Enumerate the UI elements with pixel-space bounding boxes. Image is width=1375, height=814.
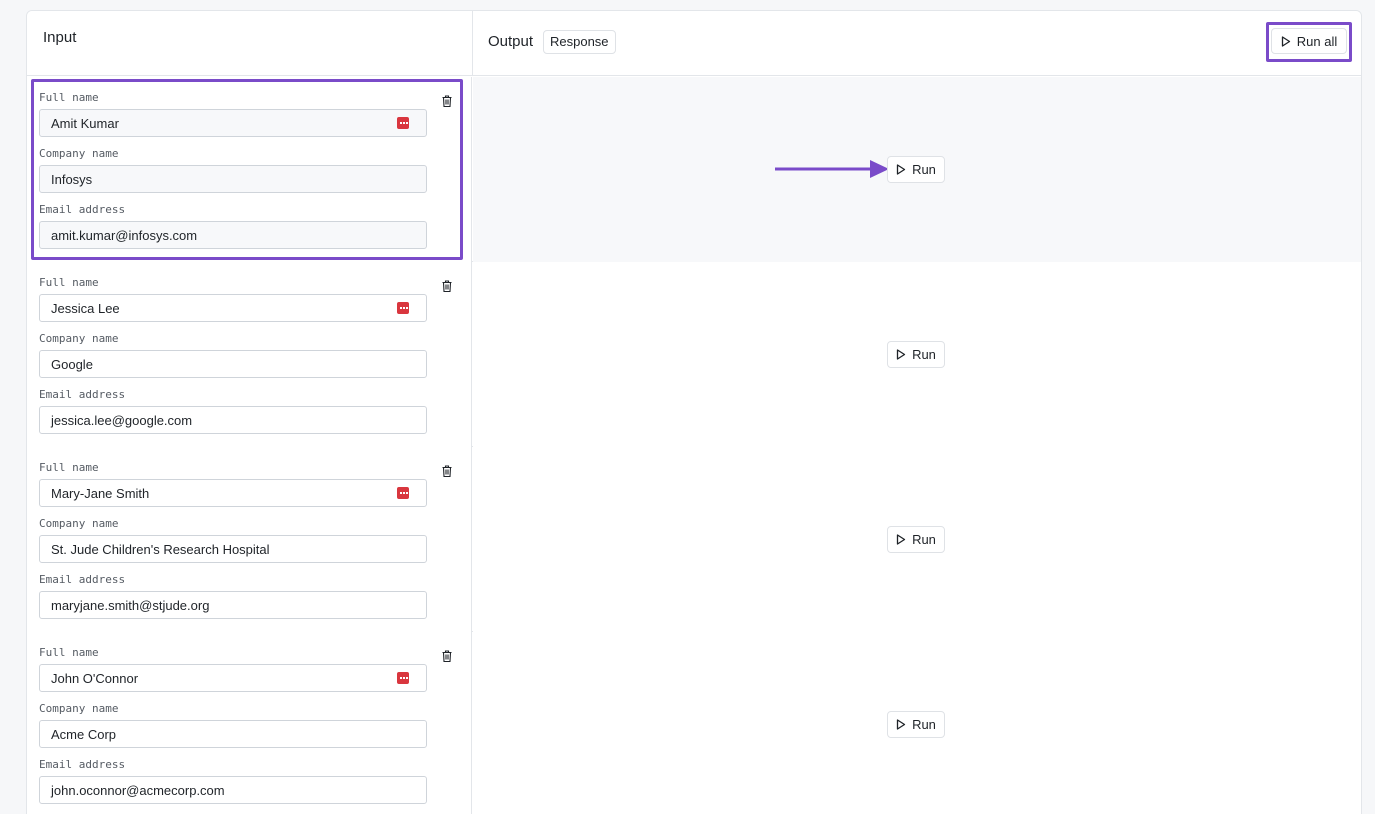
company-name-input[interactable]: St. Jude Children's Research Hospital (39, 535, 427, 563)
full-name-value: Jessica Lee (51, 300, 120, 316)
company-name-label: Company name (39, 517, 119, 530)
run-button[interactable]: Run (887, 341, 945, 368)
full-name-input[interactable]: Jessica Lee (39, 294, 427, 322)
email-value: john.oconnor@acmecorp.com (51, 782, 225, 798)
company-name-value: Google (51, 356, 93, 372)
run-all-button[interactable]: Run all (1271, 28, 1347, 54)
run-label: Run (912, 532, 936, 547)
arrow-pointer (775, 160, 889, 178)
email-label: Email address (39, 758, 126, 771)
table-row: Full name John O'Connor Company name Acm… (27, 632, 1361, 814)
run-button[interactable]: Run (887, 711, 945, 738)
company-name-value: Infosys (51, 171, 93, 187)
email-label: Email address (39, 203, 126, 216)
output-cell: Run (473, 77, 1361, 262)
header-divider (472, 11, 473, 76)
run-all-label: Run all (1296, 33, 1338, 49)
output-cell: Run (473, 447, 1361, 632)
full-name-value: John O'Connor (51, 670, 139, 686)
table-row: Full name Mary-Jane Smith Company name S… (27, 447, 1361, 632)
full-name-label: Full name (39, 646, 99, 659)
full-name-value: Mary-Jane Smith (51, 485, 150, 501)
more-options-icon[interactable] (397, 302, 409, 314)
email-input[interactable]: amit.kumar@infosys.com (39, 221, 427, 249)
play-icon (896, 534, 906, 545)
trash-icon[interactable] (442, 650, 452, 662)
table-row: Full name Amit Kumar Company name Infosy… (27, 77, 1361, 262)
company-name-value: St. Jude Children's Research Hospital (51, 541, 270, 557)
trash-icon[interactable] (442, 280, 452, 292)
email-input[interactable]: jessica.lee@google.com (39, 406, 427, 434)
input-cell: Full name John O'Connor Company name Acm… (27, 632, 472, 814)
full-name-label: Full name (39, 276, 99, 289)
output-column-title: Output (488, 33, 534, 50)
full-name-value: Amit Kumar (51, 115, 119, 131)
output-cell: Run (473, 262, 1361, 447)
panel-header: Input Output Response Run all (27, 11, 1361, 76)
response-tag[interactable]: Response (543, 30, 616, 54)
company-name-label: Company name (39, 702, 119, 715)
email-input[interactable]: maryjane.smith@stjude.org (39, 591, 427, 619)
company-name-input[interactable]: Acme Corp (39, 720, 427, 748)
input-cell: Full name Amit Kumar Company name Infosy… (27, 77, 472, 262)
full-name-input[interactable]: Amit Kumar (39, 109, 427, 137)
email-value: jessica.lee@google.com (51, 412, 193, 428)
company-name-input[interactable]: Google (39, 350, 427, 378)
play-icon (896, 349, 906, 360)
email-label: Email address (39, 388, 126, 401)
run-button[interactable]: Run (887, 526, 945, 553)
batch-run-panel: Input Output Response Run all Full name … (26, 10, 1362, 814)
more-options-icon[interactable] (397, 487, 409, 499)
run-label: Run (912, 162, 936, 177)
more-options-icon[interactable] (397, 672, 409, 684)
input-column-title: Input (43, 29, 77, 46)
play-icon (1281, 35, 1290, 47)
email-value: maryjane.smith@stjude.org (51, 597, 210, 613)
play-icon (896, 164, 906, 175)
email-input[interactable]: john.oconnor@acmecorp.com (39, 776, 427, 804)
full-name-input[interactable]: John O'Connor (39, 664, 427, 692)
input-cell: Full name Mary-Jane Smith Company name S… (27, 447, 472, 632)
full-name-input[interactable]: Mary-Jane Smith (39, 479, 427, 507)
company-name-value: Acme Corp (51, 726, 117, 742)
run-button[interactable]: Run (887, 156, 945, 183)
trash-icon[interactable] (442, 95, 452, 107)
run-label: Run (912, 717, 936, 732)
output-cell: Run (473, 632, 1361, 814)
email-value: amit.kumar@infosys.com (51, 227, 198, 243)
full-name-label: Full name (39, 461, 99, 474)
more-options-icon[interactable] (397, 117, 409, 129)
company-name-label: Company name (39, 147, 119, 160)
company-name-label: Company name (39, 332, 119, 345)
company-name-input[interactable]: Infosys (39, 165, 427, 193)
trash-icon[interactable] (442, 465, 452, 477)
run-label: Run (912, 347, 936, 362)
play-icon (896, 719, 906, 730)
full-name-label: Full name (39, 91, 99, 104)
email-label: Email address (39, 573, 126, 586)
table-row: Full name Jessica Lee Company name Googl… (27, 262, 1361, 447)
input-cell: Full name Jessica Lee Company name Googl… (27, 262, 472, 447)
